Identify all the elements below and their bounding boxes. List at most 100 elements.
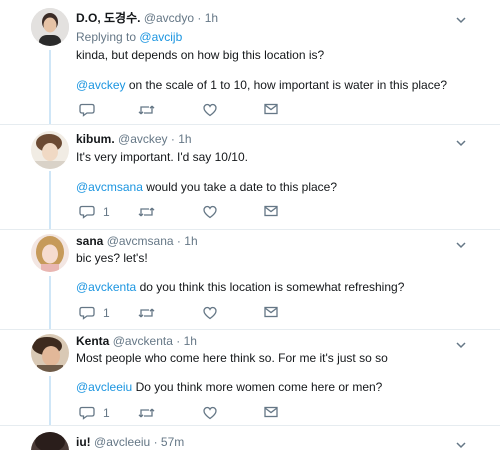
tweet-header: sana @avcmsana · 1h xyxy=(76,234,198,248)
tweet-5[interactable]: iu! @avcleeiu · 57m xyxy=(0,426,500,450)
separator-dot: · xyxy=(197,11,202,25)
tweet-4[interactable]: Kenta @avckenta · 1h Most people who com… xyxy=(0,330,500,425)
reply-button[interactable]: 1 xyxy=(79,306,110,320)
separator-dot: · xyxy=(176,334,181,348)
separator-dot: · xyxy=(176,234,181,248)
retweet-icon xyxy=(138,308,155,318)
separator-dot: · xyxy=(170,132,175,146)
chevron-down-icon[interactable] xyxy=(456,337,466,349)
tweet-text: kinda, but depends on how big this locat… xyxy=(76,48,325,62)
like-button[interactable] xyxy=(203,103,217,117)
reply-context: Replying to @avcijb xyxy=(76,30,182,44)
tweet-actions: 1 xyxy=(76,205,296,223)
mention-text: would you take a date to this place? xyxy=(146,180,338,194)
tweet-text-line-2: @avcleeiu Do you think more women come h… xyxy=(76,380,382,394)
chevron-down-icon[interactable] xyxy=(456,12,466,24)
display-name[interactable]: sana xyxy=(76,234,103,248)
like-icon xyxy=(203,205,217,219)
retweet-button[interactable] xyxy=(138,306,155,320)
username[interactable]: @avcdyo xyxy=(144,11,194,25)
retweet-icon xyxy=(138,207,155,217)
tweet-text-line-2: @avckenta do you think this location is … xyxy=(76,280,404,294)
timestamp[interactable]: 1h xyxy=(205,11,218,25)
avatar[interactable] xyxy=(31,234,69,272)
direct-message-button[interactable] xyxy=(264,306,278,318)
tweet-header: D.O, 도경수. @avcdyo · 1h xyxy=(76,9,218,26)
retweet-icon xyxy=(138,408,155,418)
like-icon xyxy=(203,306,217,320)
reply-button[interactable]: 1 xyxy=(79,406,110,420)
retweet-button[interactable] xyxy=(138,103,155,117)
reply-button[interactable]: 1 xyxy=(79,205,110,219)
timestamp[interactable]: 1h xyxy=(184,234,197,248)
username[interactable]: @avckey xyxy=(118,132,168,146)
tweet-text-line-2: @avcmsana would you take a date to this … xyxy=(76,180,337,194)
reply-icon xyxy=(79,103,95,117)
chevron-down-icon[interactable] xyxy=(456,437,466,449)
direct-message-icon xyxy=(264,406,278,418)
timestamp[interactable]: 1h xyxy=(184,334,197,348)
display-name[interactable]: kibum. xyxy=(76,132,115,146)
like-icon xyxy=(203,103,217,117)
tweet-text-line-2: @avckey on the scale of 1 to 10, how imp… xyxy=(76,78,447,92)
tweet-text: It's very important. I'd say 10/10. xyxy=(76,150,248,164)
reply-icon xyxy=(79,306,95,320)
reply-count: 1 xyxy=(103,306,110,320)
avatar[interactable] xyxy=(31,334,69,372)
display-name[interactable]: iu! xyxy=(76,435,91,449)
direct-message-icon xyxy=(264,205,278,217)
like-button[interactable] xyxy=(203,306,217,320)
avatar[interactable] xyxy=(31,8,69,46)
mention-link[interactable]: @avckenta xyxy=(76,280,136,294)
thread-line xyxy=(49,171,51,229)
direct-message-button[interactable] xyxy=(264,103,278,115)
separator-dot: · xyxy=(153,435,158,449)
tweet-text: bic yes? let's! xyxy=(76,251,148,265)
reply-button[interactable] xyxy=(79,103,103,117)
mention-text: on the scale of 1 to 10, how important i… xyxy=(128,78,448,92)
like-button[interactable] xyxy=(203,406,217,420)
direct-message-button[interactable] xyxy=(264,205,278,217)
tweet-actions xyxy=(76,103,296,121)
username[interactable]: @avcmsana xyxy=(107,234,174,248)
retweet-icon xyxy=(138,105,155,115)
mention-text: do you think this location is somewhat r… xyxy=(139,280,405,294)
display-name[interactable]: Kenta xyxy=(76,334,109,348)
mention-text: Do you think more women come here or men… xyxy=(135,380,383,394)
chevron-down-icon[interactable] xyxy=(456,237,466,249)
tweet-actions: 1 xyxy=(76,306,296,324)
avatar[interactable] xyxy=(31,131,69,169)
tweet-header: Kenta @avckenta · 1h xyxy=(76,334,197,348)
reply-icon xyxy=(79,406,95,420)
retweet-button[interactable] xyxy=(138,205,155,219)
mention-link[interactable]: @avcleeiu xyxy=(76,380,132,394)
thread-line xyxy=(49,50,51,124)
retweet-button[interactable] xyxy=(138,406,155,420)
direct-message-icon xyxy=(264,103,278,115)
avatar[interactable] xyxy=(31,432,69,450)
like-icon xyxy=(203,406,217,420)
thread-line xyxy=(49,376,51,425)
mention-link[interactable]: @avckey xyxy=(76,78,126,92)
timestamp[interactable]: 57m xyxy=(161,435,184,449)
username[interactable]: @avcleeiu xyxy=(94,435,150,449)
like-button[interactable] xyxy=(203,205,217,219)
tweet-header: iu! @avcleeiu · 57m xyxy=(76,435,184,449)
tweet-3[interactable]: sana @avcmsana · 1h bic yes? let's! @avc… xyxy=(0,230,500,329)
reply-count: 1 xyxy=(103,406,110,420)
tweet-header: kibum. @avckey · 1h xyxy=(76,132,192,146)
tweet-1[interactable]: D.O, 도경수. @avcdyo · 1h Replying to @avci… xyxy=(0,0,500,124)
reply-to-mention[interactable]: @avcijb xyxy=(139,30,182,44)
tweet-2[interactable]: kibum. @avckey · 1h It's very important.… xyxy=(0,125,500,229)
timestamp[interactable]: 1h xyxy=(178,132,191,146)
chevron-down-icon[interactable] xyxy=(456,135,466,147)
direct-message-button[interactable] xyxy=(264,406,278,418)
direct-message-icon xyxy=(264,306,278,318)
reply-count: 1 xyxy=(103,205,110,219)
display-name[interactable]: D.O, 도경수. xyxy=(76,11,140,25)
username[interactable]: @avckenta xyxy=(113,334,173,348)
tweet-text: Most people who come here think so. For … xyxy=(76,351,388,365)
mention-link[interactable]: @avcmsana xyxy=(76,180,143,194)
tweet-actions: 1 xyxy=(76,406,296,424)
reply-icon xyxy=(79,205,95,219)
